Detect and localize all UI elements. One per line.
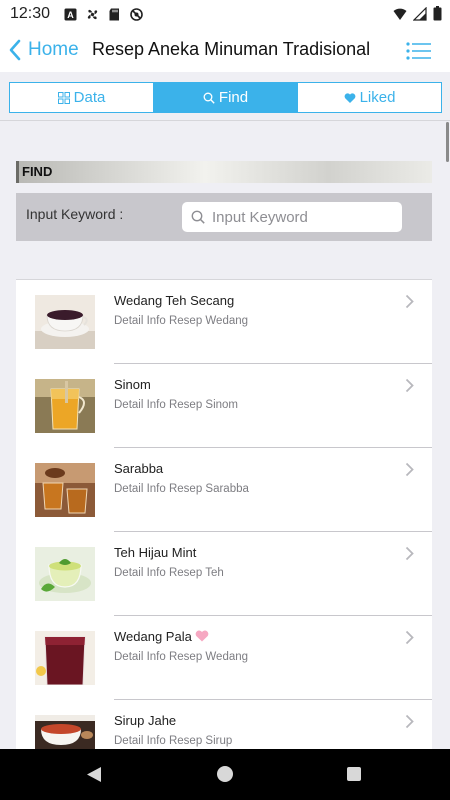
list-item[interactable]: Wedang Pala Detail Info Resep Wedang [16,616,432,700]
list-item[interactable]: Teh Hijau Mint Detail Info Resep Teh [16,532,432,616]
a-notification-icon: A [64,8,77,20]
segmented-tabs: Data Find Liked [9,82,442,113]
recipe-subtitle: Detail Info Resep Wedang [114,651,249,663]
divider [0,120,450,121]
list-item[interactable]: Sinom Detail Info Resep Sinom [16,364,432,448]
list-menu-icon[interactable] [406,40,432,62]
status-icons-right [393,6,442,21]
teh-hijau-mint-thumbnail [35,547,95,601]
list-item[interactable]: Sirup Jahe Detail Info Resep Sirup [16,700,432,749]
chevron-right-icon [405,546,414,561]
recipe-subtitle: Detail Info Resep Teh [114,567,224,579]
page-title: Resep Aneka Minuman Tradisional [92,39,371,59]
tab-data-label: Data [73,89,106,106]
find-section-header: FIND [16,161,432,183]
wifi-icon [393,8,407,20]
recipe-subtitle: Detail Info Resep Wedang [114,315,249,327]
status-icons-left: A [64,7,143,21]
status-bar: 12:30 A [0,0,450,28]
chevron-right-icon [405,294,414,309]
back-triangle-icon[interactable] [86,766,102,783]
list-item[interactable]: Wedang Teh Secang Detail Info Resep Weda… [16,280,432,364]
keyword-label: Input Keyword : [26,206,124,222]
tab-find-label: Find [218,89,249,106]
back-label: Home [28,39,79,60]
recipe-title: Wedang Pala [114,629,209,644]
recipe-subtitle: Detail Info Resep Sinom [114,399,239,411]
recents-square-icon[interactable] [347,767,361,781]
sinom-thumbnail [35,379,95,433]
android-nav-bar [0,749,450,800]
recipe-title-text: Wedang Pala [114,629,192,644]
chevron-right-icon [405,630,414,645]
back-button[interactable]: Home [8,36,79,64]
battery-icon [433,6,442,21]
list-item[interactable]: Sarabba Detail Info Resep Sarabba [16,448,432,532]
fan-icon [87,9,98,19]
search-input[interactable] [212,206,396,228]
recipe-subtitle: Detail Info Resep Sarabba [114,483,249,495]
sirup-jahe-thumbnail [35,715,95,749]
wedang-pala-thumbnail [35,631,95,685]
home-circle-icon[interactable] [217,766,233,782]
recipe-list: Wedang Teh Secang Detail Info Resep Weda… [16,279,432,749]
heart-icon [344,92,355,103]
recipe-title: Wedang Teh Secang [114,293,235,308]
tab-data[interactable]: Data [10,83,154,112]
wedang-teh-secang-thumbnail [35,295,95,349]
chevron-left-icon [9,39,21,61]
heart-icon [195,630,209,642]
recipe-title: Sarabba [114,461,164,476]
chevron-right-icon [405,462,414,477]
recipe-title: Teh Hijau Mint [114,545,197,560]
no-tracking-icon [130,7,143,21]
chevron-right-icon [405,378,414,393]
grid-icon [57,91,70,104]
search-icon [203,92,215,104]
search-field[interactable] [182,202,402,232]
signal-icon [413,6,427,21]
chevron-right-icon [405,714,414,729]
sarabba-thumbnail [35,463,95,517]
scrollbar[interactable] [446,122,449,162]
navbar: Home Resep Aneka Minuman Tradisional [0,28,450,72]
status-time: 12:30 [10,5,51,22]
tab-find[interactable]: Find [154,83,298,112]
search-icon [191,210,205,224]
sd-card-icon [109,8,120,20]
recipe-title: Sinom [114,377,151,392]
find-header-label: FIND [22,164,53,179]
recipe-title: Sirup Jahe [114,713,177,728]
recipe-subtitle: Detail Info Resep Sirup [114,735,233,747]
tab-liked-label: Liked [359,89,396,106]
svg-text:A: A [67,10,74,20]
tab-liked[interactable]: Liked [298,83,441,112]
find-box: Input Keyword : [16,193,432,241]
